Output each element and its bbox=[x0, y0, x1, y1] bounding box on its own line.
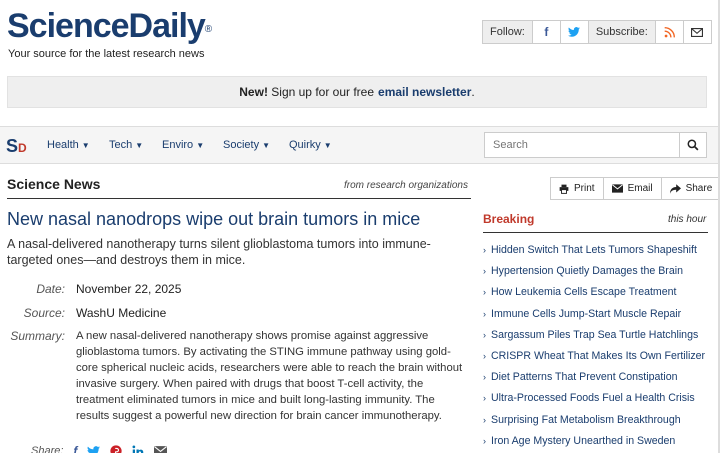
chevron-right-icon: › bbox=[483, 350, 486, 361]
follow-subscribe-bar: Follow: f Subscribe: bbox=[482, 20, 712, 44]
twitter-bird-icon bbox=[568, 27, 581, 37]
facebook-share-icon[interactable]: f bbox=[73, 444, 77, 453]
chevron-down-icon: ▼ bbox=[196, 141, 205, 150]
chevron-right-icon: › bbox=[483, 266, 486, 277]
print-button[interactable]: Print bbox=[551, 178, 603, 199]
article-headline: New nasal nanodrops wipe out brain tumor… bbox=[7, 209, 421, 229]
email-subscribe-icon[interactable] bbox=[682, 21, 711, 43]
site-logo[interactable]: ScienceDaily® bbox=[7, 6, 212, 46]
source-label: Source: bbox=[23, 306, 65, 320]
section-source-note: from research organizations bbox=[344, 180, 468, 191]
article-summary: A new nasal-delivered nanotherapy shows … bbox=[76, 330, 463, 422]
nav-item-tech[interactable]: Tech ▼ bbox=[109, 139, 143, 151]
breaking-item[interactable]: › How Leukemia Cells Escape Treatment bbox=[483, 286, 713, 307]
chevron-down-icon: ▼ bbox=[262, 141, 270, 150]
breaking-item[interactable]: › Hypertension Quietly Damages the Brain bbox=[483, 265, 713, 286]
rss-icon[interactable] bbox=[654, 21, 683, 43]
search-button[interactable] bbox=[680, 132, 707, 158]
linkedin-share-icon[interactable] bbox=[132, 445, 144, 453]
chevron-right-icon: › bbox=[483, 414, 486, 425]
breaking-item[interactable]: › Sargassum Piles Trap Sea Turtle Hatchli… bbox=[483, 329, 713, 350]
breaking-item[interactable]: › Diet Patterns That Prevent Constipation bbox=[483, 371, 713, 392]
breaking-subtitle: this hour bbox=[668, 214, 707, 225]
share-label: Share: bbox=[31, 445, 64, 453]
share-arrow-icon bbox=[669, 183, 681, 194]
chevron-right-icon: › bbox=[483, 393, 486, 404]
envelope-icon bbox=[611, 184, 623, 193]
newsletter-banner: New! Sign up for our free email newslette… bbox=[7, 76, 707, 108]
newsletter-text: Sign up for our free bbox=[271, 85, 375, 99]
nav-item-quirky[interactable]: Quirky ▼ bbox=[289, 139, 332, 151]
search-icon bbox=[687, 139, 699, 151]
envelope-icon bbox=[691, 27, 704, 37]
twitter-icon[interactable] bbox=[559, 21, 588, 43]
date-label: Date: bbox=[36, 282, 65, 296]
chevron-right-icon: › bbox=[483, 308, 486, 319]
facebook-icon[interactable]: f bbox=[531, 21, 560, 43]
breaking-item[interactable]: › Iron Age Mystery Unearthed in Sweden bbox=[483, 435, 713, 453]
breaking-item[interactable]: › Immune Cells Jump-Start Muscle Repair bbox=[483, 308, 713, 329]
breaking-divider bbox=[483, 232, 708, 233]
nav-item-enviro[interactable]: Enviro ▼ bbox=[162, 139, 204, 151]
chevron-down-icon: ▼ bbox=[323, 141, 332, 150]
breaking-item[interactable]: › CRISPR Wheat That Makes Its Own Fertili… bbox=[483, 350, 713, 371]
breaking-item[interactable]: › Ultra-Processed Foods Fuel a Health Cri… bbox=[483, 392, 713, 413]
newsletter-suffix: . bbox=[471, 85, 475, 99]
summary-label: Summary: bbox=[10, 329, 65, 343]
newsletter-link[interactable]: email newsletter bbox=[378, 85, 471, 99]
pinterest-share-icon[interactable] bbox=[110, 445, 123, 453]
section-divider bbox=[7, 198, 471, 199]
chevron-right-icon: › bbox=[483, 435, 486, 446]
section-title: Science News bbox=[7, 176, 101, 192]
twitter-share-icon[interactable] bbox=[87, 445, 101, 453]
site-tagline: Your source for the latest research news bbox=[8, 48, 205, 60]
nav-item-health[interactable]: Health ▼ bbox=[47, 139, 90, 151]
chevron-right-icon: › bbox=[483, 287, 486, 298]
breaking-list: › Hidden Switch That Lets Tumors Shapeshi… bbox=[483, 244, 713, 453]
nav-brand-logo[interactable]: SD bbox=[6, 136, 27, 157]
breaking-item[interactable]: › Surprising Fat Metabolism Breakthrough bbox=[483, 414, 713, 435]
breaking-title: Breaking bbox=[483, 212, 535, 226]
share-button[interactable]: Share bbox=[660, 178, 720, 199]
article-tools: Print Email Share bbox=[550, 177, 720, 200]
share-row: Share: f bbox=[31, 444, 168, 453]
chevron-right-icon: › bbox=[483, 372, 486, 383]
registered-mark: ® bbox=[204, 24, 212, 35]
nav-item-society[interactable]: Society ▼ bbox=[223, 139, 270, 151]
article-dek: A nasal-delivered nanotherapy turns sile… bbox=[7, 237, 431, 267]
chevron-right-icon: › bbox=[483, 245, 486, 255]
printer-icon bbox=[559, 184, 569, 194]
article-source: WashU Medicine bbox=[76, 306, 167, 320]
newsletter-new-label: New! bbox=[239, 85, 268, 99]
chevron-right-icon: › bbox=[483, 329, 486, 340]
chevron-down-icon: ▼ bbox=[135, 141, 144, 150]
rss-feed-icon bbox=[664, 26, 675, 37]
email-share-icon[interactable] bbox=[154, 446, 168, 453]
email-button[interactable]: Email bbox=[602, 178, 661, 199]
chevron-down-icon: ▼ bbox=[81, 141, 90, 150]
subscribe-label: Subscribe: bbox=[587, 21, 655, 43]
breaking-item[interactable]: › Hidden Switch That Lets Tumors Shapeshi… bbox=[483, 244, 713, 265]
search-input[interactable] bbox=[484, 132, 680, 158]
article-date: November 22, 2025 bbox=[76, 282, 182, 296]
follow-label: Follow: bbox=[483, 21, 532, 43]
